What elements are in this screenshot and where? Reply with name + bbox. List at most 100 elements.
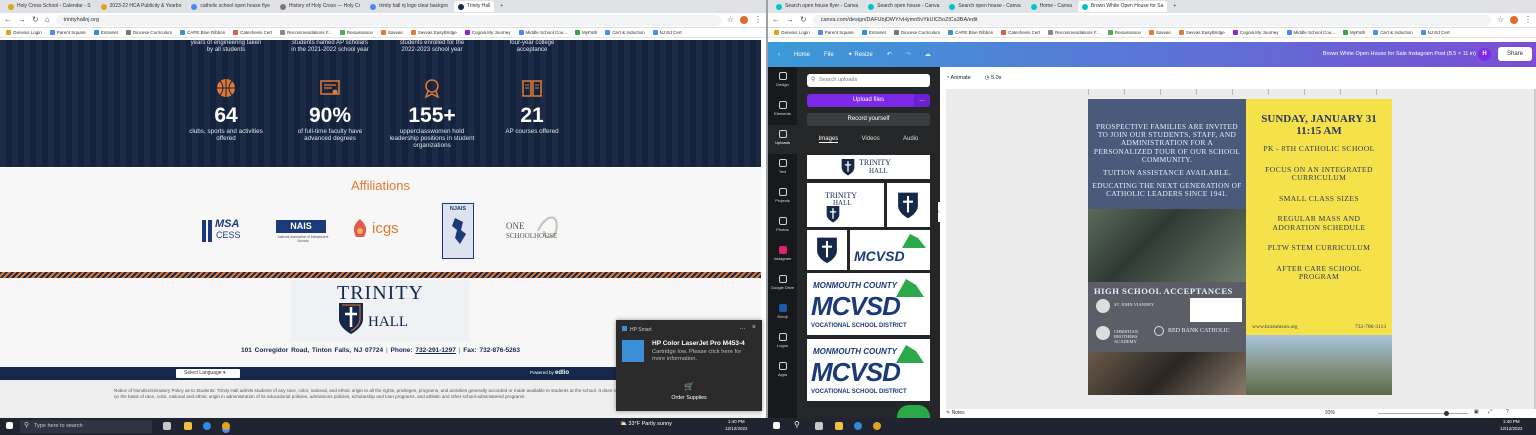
- new-tab-button[interactable]: +: [496, 1, 507, 12]
- bookmark-item[interactable]: Savvas EasyBridge: [410, 30, 457, 35]
- select-language-dropdown[interactable]: Select Language ▾: [176, 369, 240, 378]
- close-icon[interactable]: ×: [752, 324, 756, 331]
- bookmark-item[interactable]: Renaissance: [1107, 30, 1141, 35]
- home-button[interactable]: Home: [794, 52, 810, 58]
- file-explorer-icon[interactable]: [184, 422, 192, 430]
- bookmark-item[interactable]: Middle School Cou...: [518, 30, 567, 35]
- url-field[interactable]: trinityhallnj.org: [55, 14, 721, 26]
- bookmark-item[interactable]: Cert & Induction: [1373, 30, 1413, 35]
- reload-icon[interactable]: ↻: [800, 16, 807, 24]
- more-options-icon[interactable]: …: [914, 94, 930, 107]
- edge-icon[interactable]: [854, 422, 862, 430]
- redo-icon[interactable]: ↷: [906, 51, 911, 58]
- upload-thumb[interactable]: TRINITY HALL: [807, 183, 884, 227]
- bookmark-item[interactable]: Middle School Cou...: [1286, 30, 1335, 35]
- rail-item-apps[interactable]: Apps: [768, 357, 797, 386]
- bookmark-item[interactable]: Savvas: [380, 30, 403, 35]
- bookmark-item[interactable]: CAPE Blue Ribbon: [948, 30, 993, 35]
- back-icon[interactable]: ←: [4, 16, 12, 24]
- upload-thumb[interactable]: MONMOUTH COUNTY MCVSD VOCATIONAL SCHOOL …: [807, 339, 930, 401]
- url-field[interactable]: canva.com/design/DAFUbjDWY/vHymn5vYkUIC5…: [812, 14, 1491, 26]
- tab-item[interactable]: trinity hall nj logo clear backgro: [366, 1, 452, 12]
- menu-icon[interactable]: ⋮: [1524, 16, 1532, 24]
- notes-button[interactable]: ✎ Notes: [946, 410, 965, 416]
- bookmark-item[interactable]: Cognia My Journey: [464, 30, 511, 35]
- design-title[interactable]: Brown White Open House for Sale Instagra…: [1323, 51, 1476, 57]
- upload-files-button[interactable]: Upload files…: [807, 94, 930, 107]
- bookmark-item[interactable]: Recommendations F...: [280, 30, 332, 35]
- bookmark-item[interactable]: Recommendations F...: [1048, 30, 1100, 35]
- chevron-left-icon[interactable]: ‹: [778, 52, 780, 58]
- rail-item-instagram[interactable]: Instagram: [768, 241, 797, 270]
- bookmark-item[interactable]: Cognia My Journey: [1232, 30, 1279, 35]
- home-icon[interactable]: ⌂: [45, 16, 50, 24]
- bookmark-item[interactable]: Catechesis Cert: [1001, 30, 1040, 35]
- clock-left[interactable]: 1:40 PM 12/12/2022: [725, 418, 748, 432]
- upload-thumb[interactable]: MCVSD: [850, 230, 930, 270]
- bookmark-item[interactable]: Renaissance: [339, 30, 373, 35]
- back-icon[interactable]: ←: [772, 16, 780, 24]
- fullscreen-icon[interactable]: ⤢: [1488, 409, 1492, 415]
- upload-thumb[interactable]: [887, 183, 930, 227]
- collapse-panel-handle[interactable]: ‹: [938, 202, 944, 222]
- rail-item-photos[interactable]: Photos: [768, 212, 797, 241]
- file-explorer-icon[interactable]: [835, 422, 843, 430]
- tab-item[interactable]: History of Holy Cross — Holy Cr: [276, 1, 364, 12]
- zoom-level[interactable]: 93%: [1325, 410, 1335, 416]
- hp-smart-notification[interactable]: HP Smart × … HP Color LaserJet Pro M453-…: [616, 320, 762, 411]
- tab-videos[interactable]: Videos: [862, 136, 880, 143]
- rail-item-projects[interactable]: Projects: [768, 183, 797, 212]
- file-menu[interactable]: File: [824, 52, 834, 58]
- upload-thumb[interactable]: MONMOUTH COUNTY MCVSD VOCATIONAL SCHOOL …: [807, 273, 930, 335]
- duration-button[interactable]: ◷ 5.0s: [985, 75, 1002, 81]
- resize-button[interactable]: ✦ Resize: [848, 51, 873, 58]
- poster-left-column[interactable]: PROSPECTIVE FAMILIES ARE INVITED TO JOIN…: [1088, 99, 1246, 395]
- tab-item[interactable]: Search open house - Canva: [945, 1, 1024, 12]
- bookmark-item[interactable]: Diocese Curriculum: [893, 30, 940, 35]
- bookmark-item[interactable]: MyPath: [1343, 30, 1365, 35]
- bookmark-item[interactable]: Entranet: [861, 30, 886, 35]
- taskbar-search-input[interactable]: Type here to search: [20, 420, 152, 433]
- tab-item[interactable]: catholic school open house flye: [187, 1, 274, 12]
- tab-item[interactable]: Search open house flyer - Canva: [772, 1, 862, 12]
- avatar[interactable]: [740, 16, 748, 24]
- nais-logo[interactable]: NAIS National Association of Independent…: [276, 220, 330, 244]
- reload-icon[interactable]: ↻: [32, 16, 39, 24]
- task-view-icon[interactable]: [163, 422, 171, 430]
- record-yourself-button[interactable]: Record yourself: [807, 113, 930, 126]
- tab-item-active[interactable]: Trinity Hall: [453, 1, 495, 12]
- bookmark-item[interactable]: Savvas: [1148, 30, 1171, 35]
- order-supplies-button[interactable]: Order Supplies: [616, 395, 762, 401]
- bookmark-item[interactable]: Diocese Curriculum: [125, 30, 172, 35]
- forward-icon[interactable]: →: [18, 16, 26, 24]
- icgs-logo[interactable]: icgs: [350, 218, 414, 244]
- page-grid-icon[interactable]: ▣: [1474, 409, 1479, 415]
- clock-right[interactable]: 1:40 PM 12/12/2022: [1500, 418, 1523, 432]
- tab-item-active[interactable]: Brown White Open House for Sa: [1077, 1, 1168, 12]
- bookmark-item[interactable]: CAPE Blue Ribbon: [180, 30, 225, 35]
- upload-thumb[interactable]: TRINITY HALL: [807, 155, 930, 179]
- powered-by[interactable]: Powered by edlio: [530, 370, 569, 376]
- tab-item[interactable]: 2023-22 HCA Publicity & Yearbo: [97, 1, 186, 12]
- rail-item-emoji[interactable]: Emoji: [768, 299, 797, 328]
- bookmark-item[interactable]: Genesis Login: [774, 30, 810, 35]
- menu-icon[interactable]: ⋮: [754, 16, 762, 24]
- bookmark-item[interactable]: MyPath: [575, 30, 597, 35]
- more-options-icon[interactable]: …: [739, 324, 746, 331]
- task-view-icon[interactable]: [815, 422, 823, 430]
- rail-item-google-drive[interactable]: Google Drive: [768, 270, 797, 299]
- search-uploads-input[interactable]: Search uploads: [807, 74, 930, 87]
- windows-start-icon[interactable]: [773, 422, 780, 429]
- njais-logo[interactable]: NJAIS: [442, 203, 474, 259]
- tab-item[interactable]: Search open house - Canva: [864, 1, 943, 12]
- forward-icon[interactable]: →: [786, 16, 794, 24]
- zoom-slider[interactable]: [1378, 413, 1468, 414]
- bookmark-item[interactable]: NJ Ed Cert: [652, 30, 682, 35]
- avatar[interactable]: H: [1478, 48, 1491, 61]
- one-schoolhouse-logo[interactable]: ONE SCHOOLHOUSE: [504, 211, 566, 251]
- zoom-slider-thumb[interactable]: [1444, 411, 1449, 416]
- tab-images[interactable]: Images: [818, 136, 839, 143]
- cloud-saved-icon[interactable]: ☁: [925, 51, 931, 58]
- upload-thumb[interactable]: [807, 230, 847, 270]
- share-button[interactable]: Share: [1498, 47, 1532, 61]
